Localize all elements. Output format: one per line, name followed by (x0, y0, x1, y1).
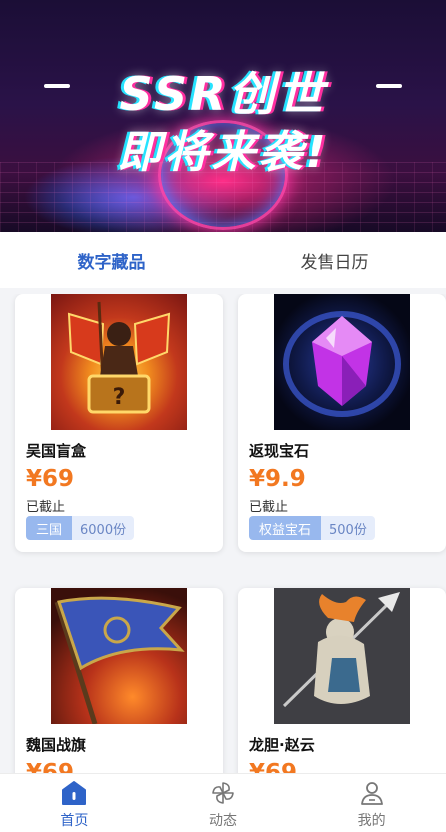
product-quantity: 6000份 (72, 516, 135, 540)
product-quantity: 500份 (321, 516, 375, 540)
product-status: 已截止 (249, 500, 289, 515)
product-name: 龙胆·赵云 (249, 736, 315, 754)
product-price: ¥9.9 (249, 466, 306, 492)
product-price: ¥69 (26, 760, 75, 774)
product-tag-row: 三国 6000份 (26, 516, 135, 540)
banner-title-line2: 即将来袭! (117, 127, 329, 178)
category-tabs: 数字藏品 发售日历 (0, 232, 446, 288)
product-tag-row: 权益宝石 500份 (249, 516, 375, 540)
product-image-gem (274, 294, 410, 430)
svg-text:?: ? (113, 385, 126, 410)
product-card[interactable]: 龙胆·赵云 ¥69 (238, 588, 446, 774)
tab-digital-collectibles[interactable]: 数字藏品 (0, 232, 223, 288)
product-image-zhao-yun (274, 588, 410, 724)
nav-home-label: 首页 (60, 813, 89, 829)
home-icon (62, 781, 87, 805)
nav-feed-label: 动态 (209, 813, 237, 829)
product-tag: 三国 (26, 516, 73, 540)
product-price: ¥69 (249, 760, 298, 774)
product-grid: ? 吴国盲盒 ¥69 已截止 三国 6000份 返现宝石 ¥9.9 已截止 权益… (0, 294, 446, 774)
pinwheel-icon (212, 782, 234, 804)
product-card[interactable]: 返现宝石 ¥9.9 已截止 权益宝石 500份 (238, 294, 446, 552)
nav-feed[interactable]: 动态 (149, 774, 298, 832)
product-status: 已截止 (26, 500, 66, 515)
product-image-war-flag (51, 588, 187, 724)
product-price: ¥69 (26, 466, 75, 492)
bottom-navigation: 首页 动态 我的 (0, 773, 446, 832)
user-icon (360, 782, 383, 805)
product-name: 吴国盲盒 (26, 442, 87, 460)
product-image-blind-box: ? (51, 294, 187, 430)
product-card[interactable]: ? 吴国盲盒 ¥69 已截止 三国 6000份 (15, 294, 223, 552)
nav-home[interactable]: 首页 (0, 774, 149, 832)
product-card[interactable]: 魏国战旗 ¥69 (15, 588, 223, 774)
promo-banner[interactable]: SSR创世 即将来袭! (0, 0, 446, 232)
nav-profile-label: 我的 (357, 813, 386, 829)
product-tag: 权益宝石 (249, 516, 322, 540)
app-root: SSR创世 即将来袭! 数字藏品 发售日历 ? 吴国盲盒 ¥69 已截止 三国 … (0, 0, 446, 832)
tab-sale-calendar[interactable]: 发售日历 (223, 232, 446, 288)
nav-profile[interactable]: 我的 (297, 774, 446, 832)
product-name: 返现宝石 (249, 442, 310, 460)
banner-title-line1: SSR创世 (119, 67, 327, 121)
product-name: 魏国战旗 (26, 736, 87, 754)
